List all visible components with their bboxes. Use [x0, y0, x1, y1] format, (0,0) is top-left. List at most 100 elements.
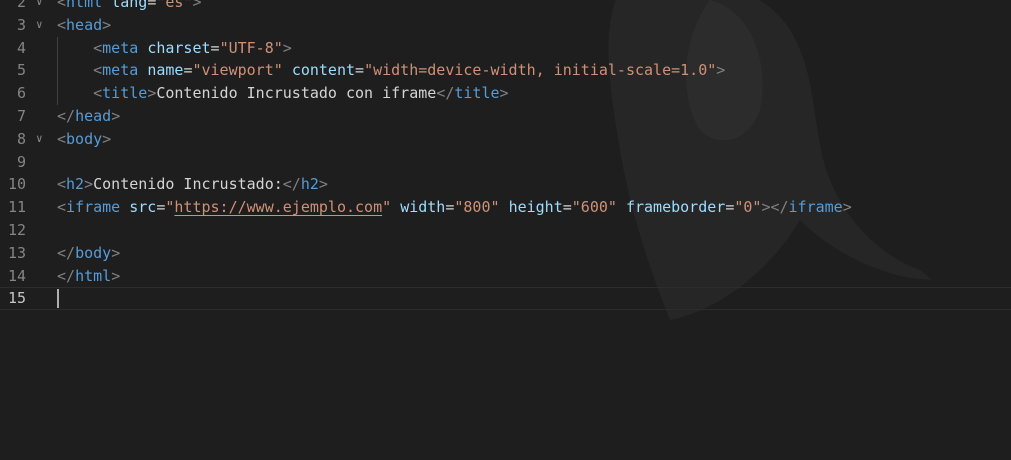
code-token: >: [282, 38, 292, 57]
code-token: </: [57, 266, 76, 285]
code-token: <: [93, 84, 103, 103]
code-token: content: [291, 61, 356, 80]
line-number: 14: [7, 266, 26, 285]
code-line[interactable]: 6 <title>Contenido Incrustado con iframe…: [0, 82, 1011, 105]
code-line[interactable]: 8 ∨ <body>: [0, 128, 1011, 151]
code-token: iframe: [788, 198, 843, 217]
code-token: head: [66, 15, 103, 34]
line-number: 7: [16, 106, 26, 125]
line-number: 12: [7, 220, 26, 239]
line-code: </head>: [57, 105, 120, 128]
code-line[interactable]: 14 </html>: [0, 265, 1011, 288]
code-token: >: [842, 198, 852, 217]
code-token: >: [318, 175, 328, 194]
code-token: >: [111, 266, 121, 285]
code-line[interactable]: 3 ∨ <head>: [0, 14, 1011, 37]
code-line[interactable]: 15: [0, 287, 1011, 310]
code-line[interactable]: 4 <meta charset="UTF-8">: [0, 36, 1011, 60]
line-number: 11: [7, 198, 26, 217]
code-token: ": [382, 198, 392, 217]
code-token: height: [508, 198, 563, 217]
code-token: meta: [102, 61, 139, 80]
code-line[interactable]: 7 </head>: [0, 105, 1011, 128]
code-line[interactable]: 10 <h2>Contenido Incrustado:</h2>: [0, 173, 1011, 196]
code-token: </: [57, 106, 76, 125]
code-token: "800": [454, 198, 500, 217]
line-number: 4: [16, 38, 26, 57]
line-number: 13: [7, 243, 26, 262]
code-token: Contenido Incrustado:: [93, 175, 283, 194]
code-token: body: [75, 243, 112, 262]
indentation: [57, 84, 93, 102]
code-line[interactable]: 9: [0, 151, 1011, 174]
chevron-down-icon[interactable]: ∨: [36, 14, 48, 37]
code-token: title: [102, 84, 148, 103]
code-token: "width=device-width, initial-scale=1.0": [364, 61, 717, 80]
line-code: <meta charset="UTF-8">: [57, 37, 292, 60]
code-token: "es": [156, 0, 193, 11]
code-token: >: [102, 15, 112, 34]
line-number: 8: [16, 129, 26, 148]
code-token: iframe: [66, 198, 121, 217]
code-token: name: [147, 61, 184, 80]
code-token: >: [147, 84, 157, 103]
code-token: h2: [66, 175, 85, 194]
indentation: [57, 39, 93, 57]
code-token: html: [66, 0, 103, 11]
code-token: =: [210, 38, 220, 57]
code-token: lang: [111, 0, 148, 11]
code-line[interactable]: 5 <meta name="viewport" content="width=d…: [0, 59, 1011, 83]
line-number: 9: [16, 152, 26, 171]
code-token: >: [111, 106, 121, 125]
code-token: =: [562, 198, 572, 217]
code-line[interactable]: 2 ∨ <html lang="es">: [0, 0, 1011, 14]
line-code: <html lang="es">: [57, 0, 202, 14]
code-line[interactable]: 13 </body>: [0, 242, 1011, 265]
code-editor[interactable]: 2 ∨ <html lang="es"> 3 ∨ <head> 4 <meta charse…: [0, 0, 1011, 460]
code-token: head: [75, 106, 112, 125]
code-token: =: [355, 61, 365, 80]
chevron-down-icon[interactable]: ∨: [36, 128, 48, 151]
code-token: </: [282, 175, 301, 194]
line-code: <h2>Contenido Incrustado:</h2>: [57, 173, 328, 196]
chevron-down-icon[interactable]: ∨: [36, 0, 48, 14]
code-token: <: [93, 38, 103, 57]
line-number: 6: [16, 84, 26, 103]
code-token: >: [499, 84, 509, 103]
line-number: 2: [16, 0, 26, 11]
line-number: 10: [7, 175, 26, 194]
code-token: h2: [300, 175, 319, 194]
line-code: </html>: [57, 265, 120, 288]
text-cursor: [57, 289, 59, 309]
code-token: charset: [147, 38, 211, 57]
code-token: </: [57, 243, 76, 262]
code-token: =: [147, 0, 157, 11]
line-code: <body>: [57, 128, 111, 151]
code-token: >: [192, 0, 202, 11]
code-token: frameborder: [625, 198, 726, 217]
line-code: </body>: [57, 242, 120, 265]
code-line[interactable]: 11 <iframe src="https://www.ejemplo.com" …: [0, 196, 1011, 219]
code-token: ></: [761, 198, 789, 217]
line-number: 15: [7, 289, 26, 308]
code-token: >: [716, 61, 726, 80]
code-token: Contenido Incrustado con iframe: [156, 84, 437, 103]
code-line[interactable]: 12: [0, 219, 1011, 242]
code-token: html: [75, 266, 112, 285]
code-lines: 2 ∨ <html lang="es"> 3 ∨ <head> 4 <meta charse…: [0, 0, 1011, 310]
code-token: "viewport": [192, 61, 283, 80]
code-token: >: [84, 175, 94, 194]
code-token: >: [111, 243, 121, 262]
code-token: "UTF-8": [219, 38, 283, 57]
code-token: "0": [734, 198, 762, 217]
url-link[interactable]: https://www.ejemplo.com: [174, 198, 382, 216]
code-token: >: [102, 129, 112, 148]
code-token: =: [725, 198, 735, 217]
code-token: meta: [102, 38, 139, 57]
